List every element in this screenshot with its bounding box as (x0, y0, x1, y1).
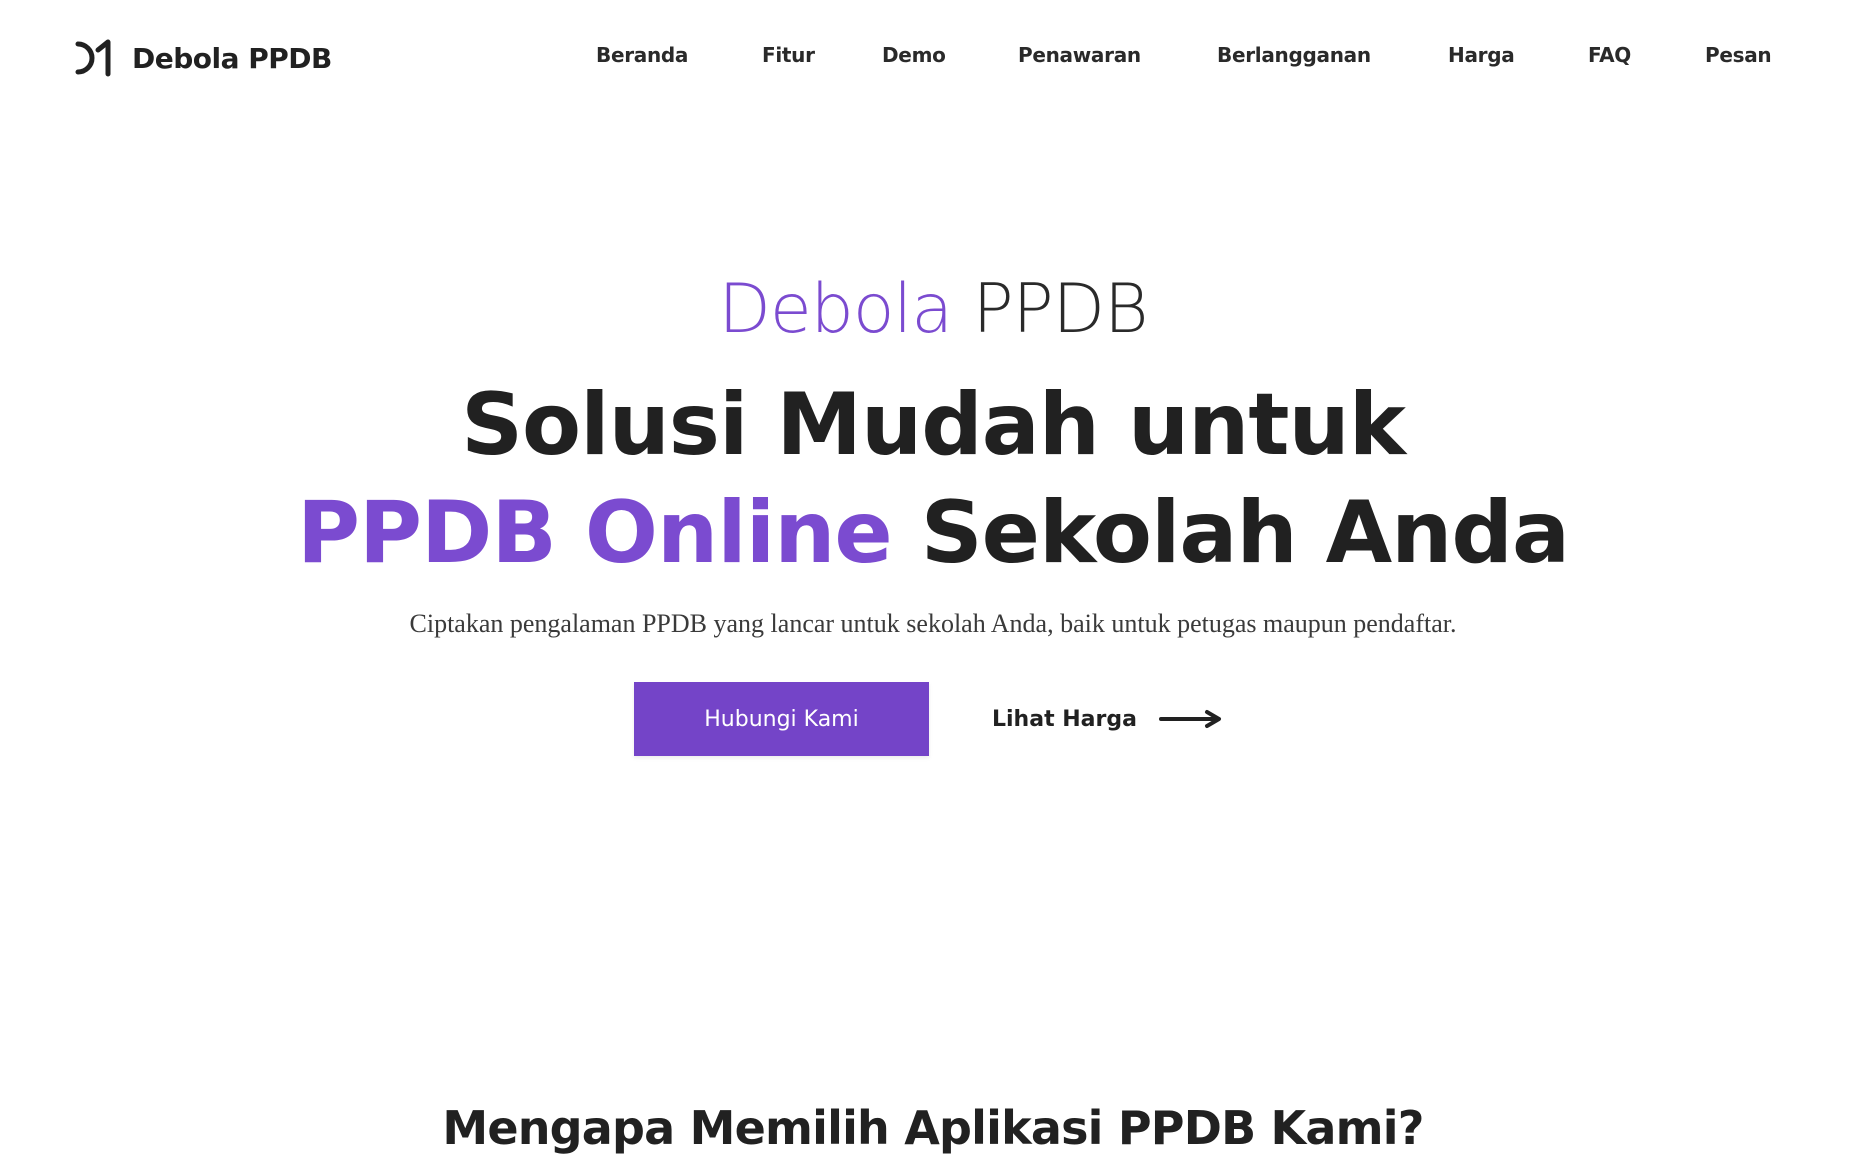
hero-title-plain: Sekolah Anda (920, 483, 1570, 583)
hero-subtitle: Ciptakan pengalaman PPDB yang lancar unt… (409, 609, 1457, 638)
nav-item-beranda[interactable]: Beranda (596, 43, 688, 67)
main-nav: Beranda Fitur Demo Penawaran Berlanggana… (0, 43, 1866, 73)
nav-item-faq[interactable]: FAQ (1588, 43, 1631, 67)
contact-us-button[interactable]: Hubungi Kami (634, 682, 929, 756)
hero-eyebrow-accent: Debola (718, 270, 953, 349)
nav-item-berlangganan[interactable]: Berlangganan (1217, 43, 1371, 67)
view-pricing-label: Lihat Harga (992, 706, 1137, 732)
hero-eyebrow: Debola PPDB (0, 270, 1866, 350)
nav-item-pesan[interactable]: Pesan (1705, 43, 1772, 67)
hero-eyebrow-plain: PPDB (972, 270, 1149, 349)
hero-title-line2: PPDB Online Sekolah Anda (0, 478, 1866, 588)
nav-item-demo[interactable]: Demo (882, 43, 946, 67)
why-choose-us-heading: Mengapa Memilih Aplikasi PPDB Kami? (442, 1101, 1424, 1155)
site-header: Debola PPDB Beranda Fitur Demo Penawaran… (0, 0, 1866, 115)
hero-title-line1: Solusi Mudah untuk (461, 375, 1406, 475)
view-pricing-link[interactable]: Lihat Harga (992, 700, 1223, 738)
nav-item-penawaran[interactable]: Penawaran (1018, 43, 1141, 67)
nav-item-fitur[interactable]: Fitur (762, 43, 815, 67)
nav-item-harga[interactable]: Harga (1448, 43, 1515, 67)
arrow-right-icon (1158, 710, 1221, 728)
hero-title-accent: PPDB Online (296, 483, 893, 583)
hero-cta-row: Hubungi Kami Lihat Harga (0, 682, 1866, 756)
landing-page: Debola PPDB Beranda Fitur Demo Penawaran… (0, 0, 1866, 1164)
